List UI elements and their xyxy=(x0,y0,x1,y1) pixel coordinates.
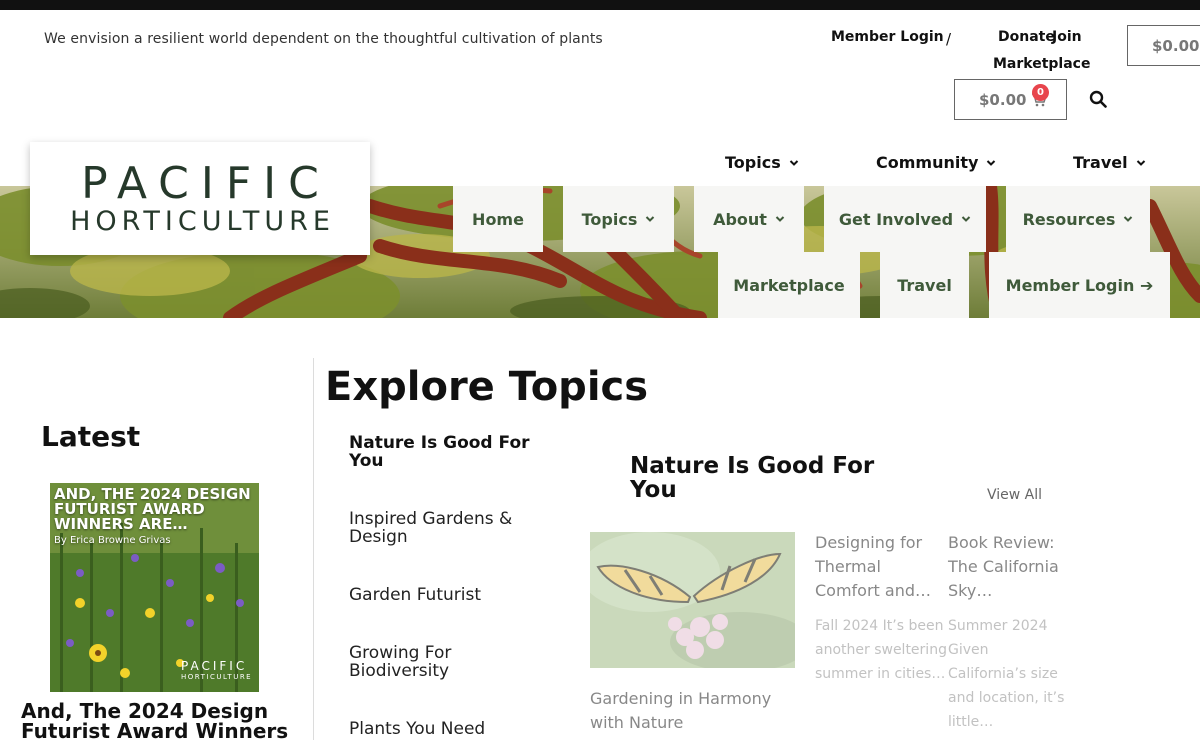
cart-button[interactable]: $0.00 xyxy=(954,79,1067,120)
article-title-1[interactable]: Gardening in Harmony with Nature xyxy=(590,687,795,735)
nav-home[interactable]: Home xyxy=(453,186,543,252)
cart-total: $0.00 xyxy=(1152,36,1200,55)
article-title-2[interactable]: Designing for Thermal Comfort and… xyxy=(815,531,940,603)
nav-label: Travel xyxy=(1073,153,1128,172)
nav-label: Topics xyxy=(581,209,638,229)
image-author-overlay: By Erica Browne Grivas xyxy=(54,535,171,546)
latest-article-headline[interactable]: And, The 2024 Design Futurist Award Winn… xyxy=(21,701,301,740)
chevron-down-icon xyxy=(646,216,655,222)
chevron-down-icon xyxy=(1136,159,1145,166)
image-logo-line-2: HORTICULTURE xyxy=(181,673,253,681)
donate-link[interactable]: Donate xyxy=(998,29,1055,45)
site-tagline: We envision a resilient world dependent … xyxy=(44,31,603,47)
chevron-down-icon xyxy=(987,159,996,166)
topic-nature-is-good[interactable]: Nature Is Good For You xyxy=(349,434,539,470)
nav-label: Home xyxy=(472,209,524,229)
topic-growing-biodiversity[interactable]: Growing For Biodiversity xyxy=(349,644,539,680)
butterfly-image xyxy=(590,532,795,668)
article-excerpt-3: Summer 2024 Given California’s size and … xyxy=(948,618,1065,730)
nav-travel[interactable]: Travel xyxy=(880,252,969,318)
nav-topics[interactable]: Topics xyxy=(563,186,674,252)
nav-get-involved[interactable]: Get Involved xyxy=(824,186,986,252)
topic-plants-you-need[interactable]: Plants You Need xyxy=(349,720,539,738)
site-logo[interactable]: PACIFIC HORTICULTURE xyxy=(30,142,370,255)
latest-heading: Latest xyxy=(41,420,141,453)
secondary-nav-topics[interactable]: Topics xyxy=(725,153,799,172)
chevron-down-icon xyxy=(961,216,971,222)
cart-total: $0.00 xyxy=(979,90,1027,109)
article-excerpt-2: Fall 2024 It’s been another sweltering s… xyxy=(815,618,947,682)
image-title-overlay: AND, THE 2024 DESIGN FUTURIST AWARD WINN… xyxy=(54,485,251,533)
nav-label: Marketplace xyxy=(733,275,845,295)
nav-label: Topics xyxy=(725,153,781,172)
nav-label: Travel xyxy=(897,275,952,295)
chevron-down-icon xyxy=(1124,216,1133,222)
logo-line-1: PACIFIC xyxy=(81,157,331,209)
topic-garden-futurist[interactable]: Garden Futurist xyxy=(349,586,539,604)
join-link[interactable]: Join xyxy=(1052,29,1082,45)
explore-topics-heading: Explore Topics xyxy=(325,364,649,410)
nav-label: About xyxy=(713,209,767,229)
chevron-down-icon xyxy=(789,159,798,166)
nav-resources[interactable]: Resources xyxy=(1006,186,1150,252)
image-logo-line-1: PACIFIC xyxy=(181,659,248,673)
latest-article-image[interactable]: AND, THE 2024 DESIGN FUTURIST AWARD WINN… xyxy=(50,483,259,692)
section-title: Nature Is Good For You xyxy=(630,453,875,503)
column-divider xyxy=(313,358,314,740)
nav-label: Resources xyxy=(1022,209,1116,229)
nav-member-login[interactable]: Member Login ➔ xyxy=(989,252,1170,318)
member-login-link[interactable]: Member Login xyxy=(831,29,944,45)
cart-count-badge: 0 xyxy=(1032,84,1049,101)
secondary-nav-community[interactable]: Community xyxy=(876,153,996,172)
chevron-down-icon xyxy=(775,216,785,222)
nav-marketplace[interactable]: Marketplace xyxy=(718,252,860,318)
nav-about[interactable]: About xyxy=(694,186,804,252)
separator: / xyxy=(946,30,952,48)
topic-inspired-gardens[interactable]: Inspired Gardens & Design xyxy=(349,510,539,546)
logo-line-2: HORTICULTURE xyxy=(70,205,335,237)
top-bar xyxy=(0,0,1200,10)
nav-label: Member Login ➔ xyxy=(1005,275,1154,295)
view-all-link[interactable]: View All xyxy=(987,487,1042,503)
secondary-nav-travel[interactable]: Travel xyxy=(1073,153,1146,172)
search-icon[interactable] xyxy=(1089,90,1107,108)
article-title-3[interactable]: Book Review: The California Sky… xyxy=(948,531,1066,603)
nav-label: Community xyxy=(876,153,979,172)
marketplace-link[interactable]: Marketplace xyxy=(993,56,1090,72)
article-image[interactable] xyxy=(590,532,795,668)
cart-button-top[interactable]: $0.00 xyxy=(1127,25,1200,66)
nav-label: Get Involved xyxy=(838,209,954,229)
